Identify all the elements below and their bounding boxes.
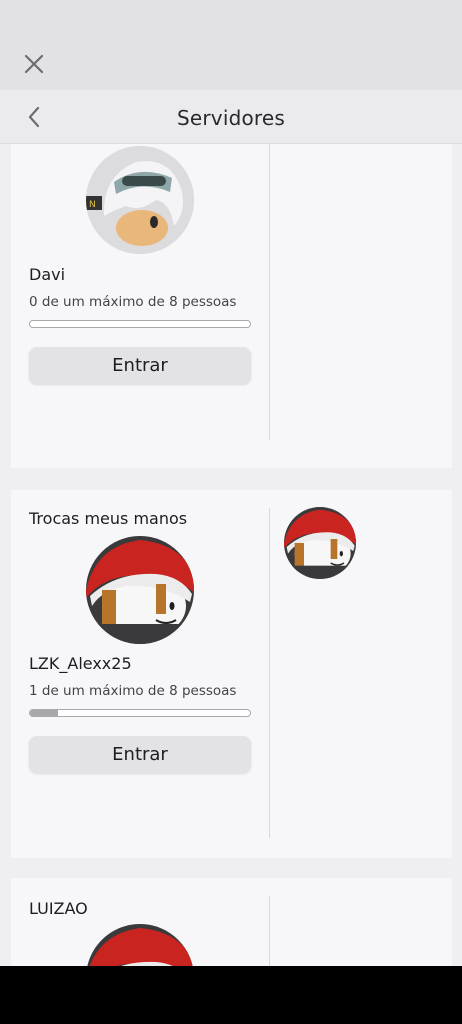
santa-hat-avatar xyxy=(86,924,194,966)
join-button[interactable]: Entrar xyxy=(29,347,251,384)
santa-hat-avatar xyxy=(86,536,194,644)
close-button[interactable] xyxy=(18,50,50,78)
card-divider xyxy=(269,508,270,838)
page-title: Servidores xyxy=(176,106,286,130)
owner-name[interactable]: LZK_Alexx25 xyxy=(29,654,132,673)
server-list[interactable]: N Davi 0 de um máximo de 8 pessoas Entra… xyxy=(0,144,462,966)
owner-name[interactable]: Davi xyxy=(29,265,65,284)
owner-avatar[interactable]: N xyxy=(86,146,194,254)
server-card: LUIZAO xyxy=(11,878,452,966)
card-divider xyxy=(269,896,270,966)
server-name: Trocas meus manos xyxy=(29,509,188,528)
server-card: N Davi 0 de um máximo de 8 pessoas Entra… xyxy=(11,144,452,468)
capacity-text: 1 de um máximo de 8 pessoas xyxy=(29,683,237,699)
svg-text:N: N xyxy=(89,200,96,210)
close-icon xyxy=(24,54,44,74)
system-nav-bar xyxy=(0,966,462,1024)
header: Servidores xyxy=(0,90,462,144)
join-button[interactable]: Entrar xyxy=(29,736,251,773)
owner-avatar[interactable] xyxy=(86,536,194,644)
owner-avatar[interactable] xyxy=(86,924,194,966)
card-divider xyxy=(269,144,270,440)
white-hair-goggles-avatar: N xyxy=(86,146,194,254)
capacity-bar xyxy=(29,709,251,717)
server-name: LUIZAO xyxy=(29,899,88,918)
santa-hat-avatar xyxy=(284,507,356,579)
capacity-bar-fill xyxy=(30,710,58,716)
capacity-text: 0 de um máximo de 8 pessoas xyxy=(29,294,237,310)
player-avatar[interactable] xyxy=(284,507,356,579)
top-bar xyxy=(0,0,462,90)
capacity-bar xyxy=(29,320,251,328)
server-card: Trocas meus manos LZK_Alexx25 1 de um má… xyxy=(11,490,452,858)
